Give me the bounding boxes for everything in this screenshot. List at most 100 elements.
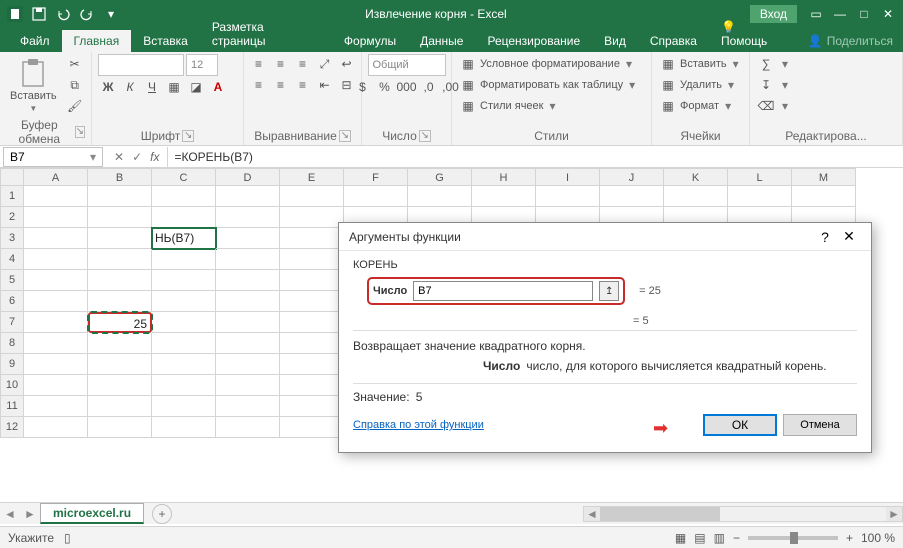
format-painter-icon[interactable]: 🖌 (65, 96, 85, 116)
cell[interactable] (216, 291, 280, 312)
col-header[interactable]: A (24, 168, 88, 186)
dialog-close-icon[interactable]: ✕ (837, 228, 861, 245)
cell[interactable] (152, 312, 216, 333)
cell[interactable] (24, 186, 88, 207)
row-header[interactable]: 8 (0, 333, 24, 354)
col-header[interactable]: H (472, 168, 536, 186)
cell[interactable] (280, 186, 344, 207)
row-header[interactable]: 7 (0, 312, 24, 333)
align-left-icon[interactable]: ≡ (249, 75, 269, 95)
close-icon[interactable]: ✕ (877, 3, 899, 25)
cell[interactable] (24, 207, 88, 228)
cell[interactable] (152, 354, 216, 375)
cell[interactable] (280, 354, 344, 375)
orientation-icon[interactable]: ⤢ (315, 54, 335, 74)
row-header[interactable]: 9 (0, 354, 24, 375)
bold-button[interactable]: Ж (98, 77, 118, 97)
currency-icon[interactable]: $ (353, 77, 373, 97)
underline-button[interactable]: Ч (142, 77, 162, 97)
font-size-combo[interactable]: 12 (186, 54, 218, 76)
minimize-icon[interactable]: — (829, 3, 851, 25)
cancel-button[interactable]: Отмена (783, 414, 857, 436)
cell[interactable] (152, 333, 216, 354)
cell[interactable] (216, 270, 280, 291)
ribbon-options-icon[interactable]: ▭ (805, 3, 827, 25)
cell[interactable] (600, 186, 664, 207)
align-launcher[interactable]: ↘ (339, 130, 351, 142)
cell[interactable] (792, 186, 856, 207)
cell[interactable] (88, 333, 152, 354)
cell-styles-button[interactable]: ▦Стили ячеек▾ (458, 96, 559, 116)
cell[interactable] (280, 417, 344, 438)
indent-dec-icon[interactable]: ⇤ (315, 75, 335, 95)
cell[interactable] (216, 417, 280, 438)
cell[interactable] (344, 186, 408, 207)
clear-icon[interactable]: ⌫ (756, 96, 776, 116)
sheet-nav-prev-icon[interactable]: ◄ (0, 507, 20, 521)
tab-assist[interactable]: 💡Помощь (709, 16, 798, 52)
comma-icon[interactable]: 000 (397, 77, 417, 97)
cell[interactable] (216, 249, 280, 270)
paste-button[interactable]: Вставить▼ (6, 56, 61, 115)
zoom-slider[interactable] (748, 536, 838, 540)
tab-data[interactable]: Данные (408, 30, 475, 52)
cell[interactable] (536, 186, 600, 207)
col-header[interactable]: B (88, 168, 152, 186)
cell[interactable] (152, 396, 216, 417)
zoom-value[interactable]: 100 % (861, 531, 895, 545)
cell[interactable] (88, 186, 152, 207)
col-header[interactable]: C (152, 168, 216, 186)
percent-icon[interactable]: % (375, 77, 395, 97)
cell[interactable] (216, 375, 280, 396)
cell[interactable] (88, 375, 152, 396)
enter-formula-icon[interactable]: ✓ (132, 150, 142, 164)
cell[interactable] (216, 396, 280, 417)
autosum-icon[interactable]: ∑ (756, 54, 776, 74)
cell[interactable] (88, 396, 152, 417)
cell[interactable] (88, 417, 152, 438)
cell[interactable] (216, 333, 280, 354)
cell[interactable] (88, 354, 152, 375)
cell[interactable] (88, 228, 152, 249)
col-header[interactable]: L (728, 168, 792, 186)
tab-view[interactable]: Вид (592, 30, 638, 52)
font-launcher[interactable]: ↘ (182, 130, 194, 142)
col-header[interactable]: F (344, 168, 408, 186)
copy-icon[interactable]: ⧉ (65, 75, 85, 95)
undo-icon[interactable] (52, 3, 74, 25)
align-top-icon[interactable]: ≡ (249, 54, 269, 74)
horizontal-scrollbar[interactable]: ◄► (583, 506, 903, 522)
cell[interactable] (152, 186, 216, 207)
collapse-dialog-icon[interactable]: ↥ (599, 281, 619, 301)
cell[interactable] (152, 417, 216, 438)
font-color-button[interactable]: А (208, 77, 228, 97)
align-right-icon[interactable]: ≡ (293, 75, 313, 95)
cell[interactable] (24, 291, 88, 312)
cell[interactable] (24, 312, 88, 333)
cell[interactable] (728, 186, 792, 207)
redo-icon[interactable] (76, 3, 98, 25)
save-icon[interactable] (28, 3, 50, 25)
tab-review[interactable]: Рецензирование (475, 30, 592, 52)
row-header[interactable]: 10 (0, 375, 24, 396)
add-sheet-button[interactable]: + (152, 504, 172, 524)
col-header[interactable]: M (792, 168, 856, 186)
cell[interactable] (280, 207, 344, 228)
cell[interactable]: 25 (88, 312, 152, 333)
row-header[interactable]: 12 (0, 417, 24, 438)
col-header[interactable]: I (536, 168, 600, 186)
align-center-icon[interactable]: ≡ (271, 75, 291, 95)
cell[interactable] (280, 333, 344, 354)
cell[interactable]: НЬ(B7) (152, 228, 216, 249)
formula-input[interactable]: =КОРЕНЬ(B7) (167, 147, 903, 167)
row-header[interactable]: 11 (0, 396, 24, 417)
clipboard-launcher[interactable]: ↘ (75, 126, 85, 138)
insert-cells-button[interactable]: ▦Вставить▾ (658, 54, 743, 74)
cut-icon[interactable]: ✂ (65, 54, 85, 74)
row-header[interactable]: 1 (0, 186, 24, 207)
borders-button[interactable]: ▦ (164, 77, 184, 97)
row-header[interactable]: 6 (0, 291, 24, 312)
cell[interactable] (152, 375, 216, 396)
cell[interactable] (216, 312, 280, 333)
cell[interactable] (88, 291, 152, 312)
